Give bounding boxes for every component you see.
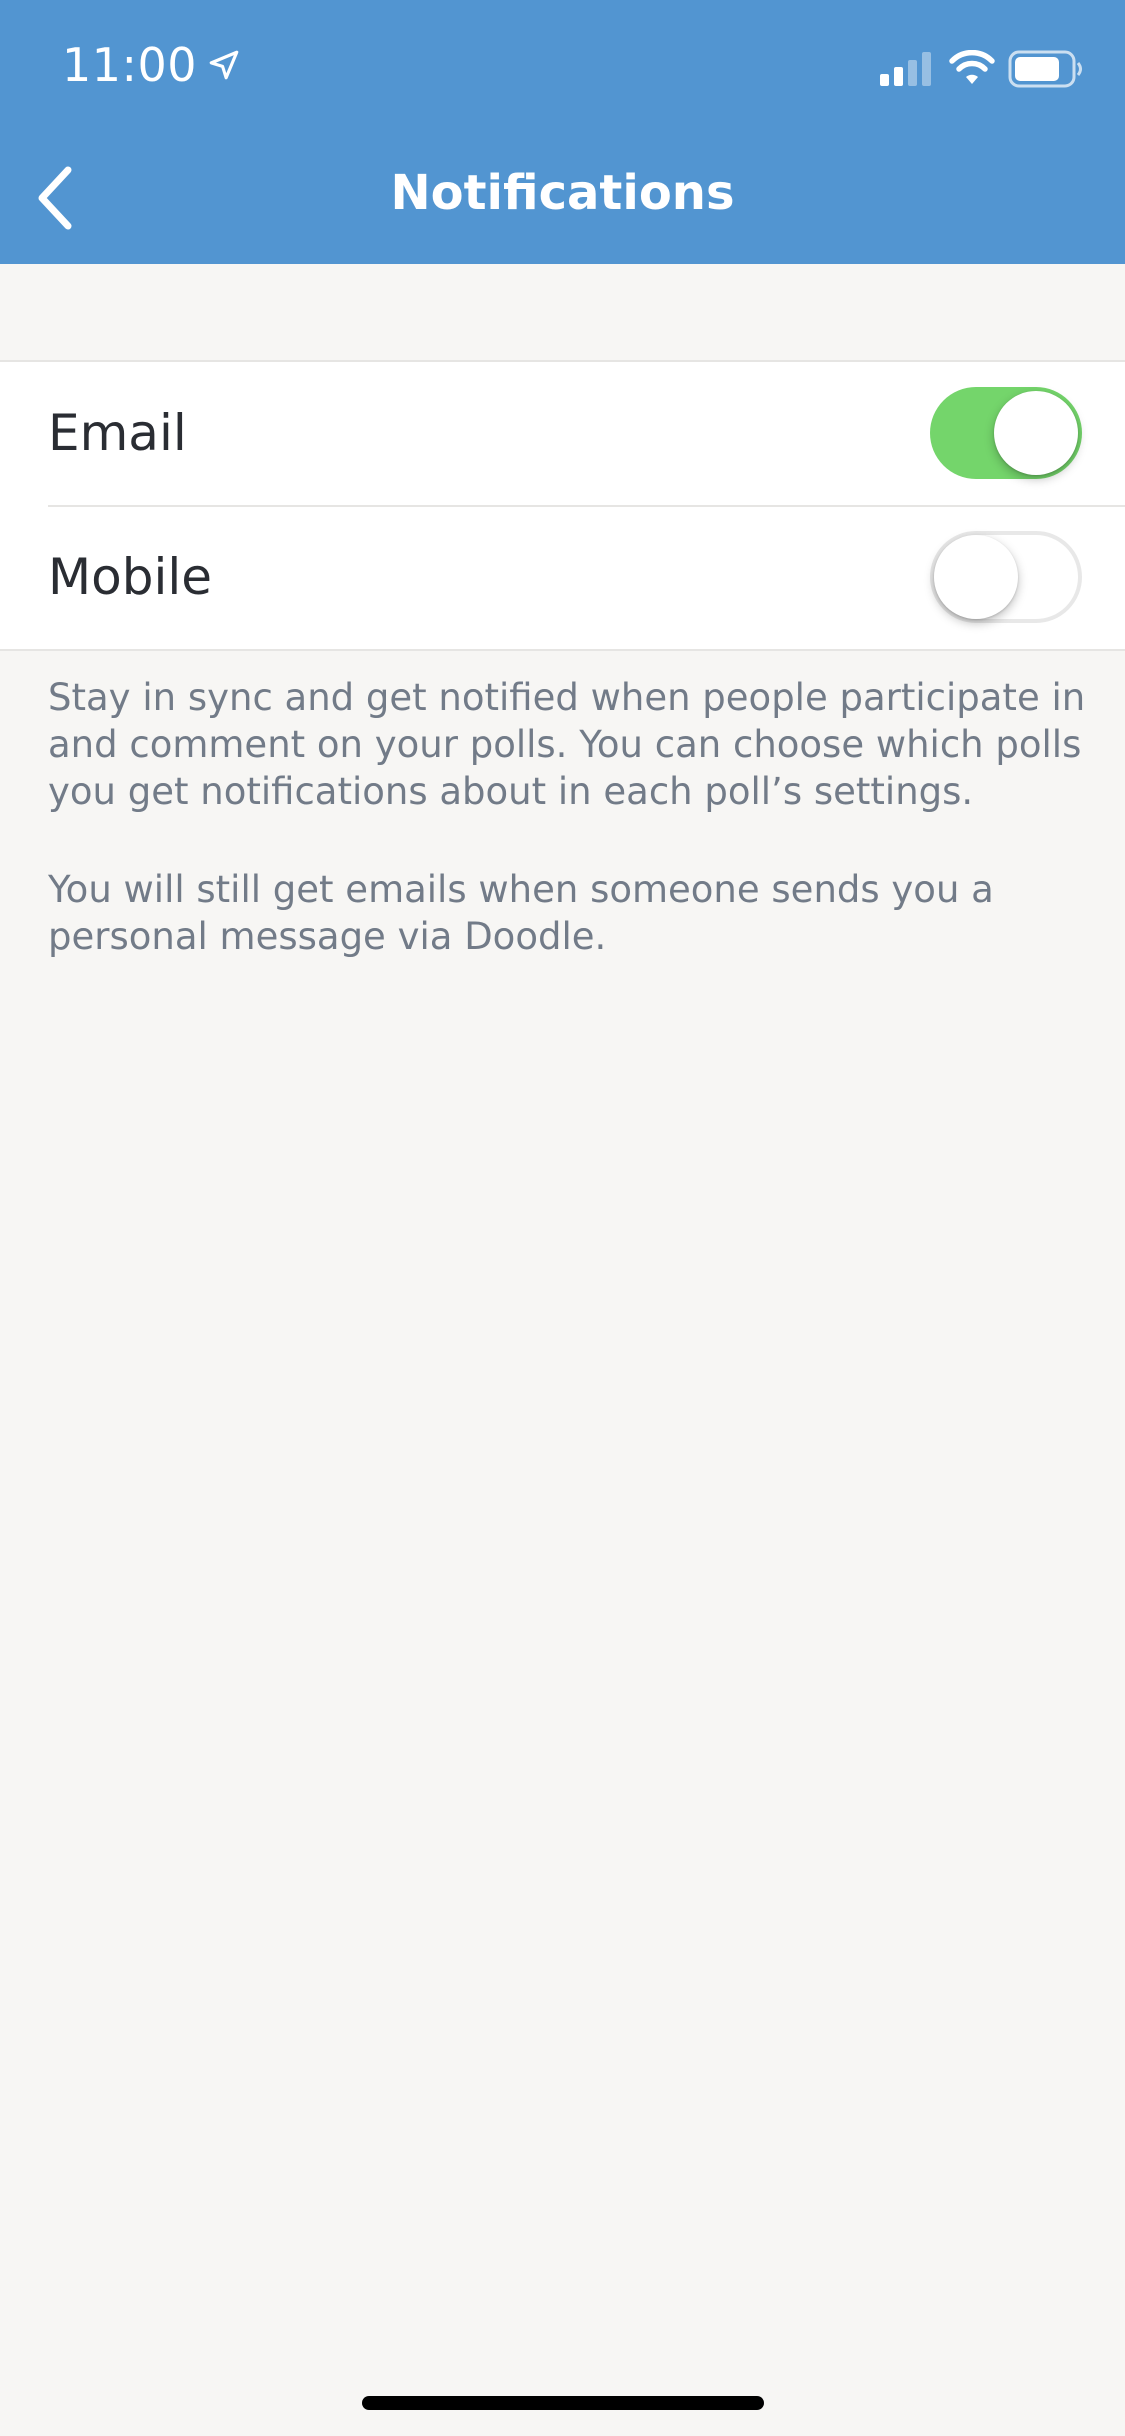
home-indicator[interactable] [362, 2396, 764, 2410]
email-label: Email [48, 404, 187, 462]
battery-icon [1008, 50, 1082, 88]
wifi-icon [949, 50, 995, 84]
email-toggle[interactable] [930, 387, 1082, 479]
notification-settings-group: Email Mobile [0, 360, 1125, 651]
location-arrow-icon [209, 50, 239, 80]
mobile-label: Mobile [48, 548, 213, 606]
navigation-header: 11:00 Notifications [0, 0, 1125, 264]
mobile-setting-row: Mobile [0, 506, 1125, 649]
mobile-toggle[interactable] [930, 531, 1082, 623]
status-bar-time: 11:00 [62, 38, 241, 92]
toggle-knob [994, 391, 1078, 475]
notifications-description: Stay in sync and get notified when peopl… [48, 676, 1086, 813]
status-time-text: 11:00 [62, 38, 198, 92]
toggle-knob [934, 535, 1018, 619]
email-setting-row: Email [0, 362, 1125, 505]
page-title: Notifications [390, 165, 735, 221]
cellular-signal-icon [880, 52, 931, 86]
personal-message-note: You will still get emails when someone s… [48, 868, 994, 958]
